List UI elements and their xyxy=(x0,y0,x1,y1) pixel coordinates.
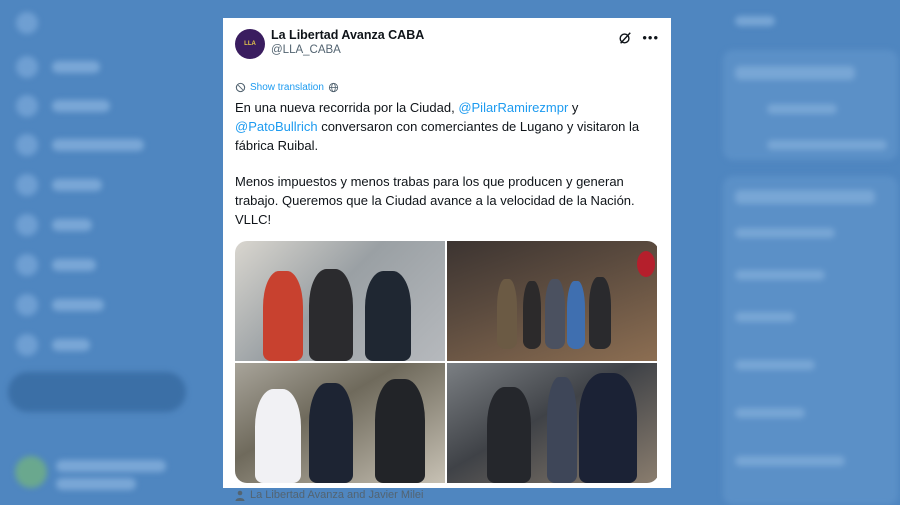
show-translation-link[interactable]: Show translation xyxy=(235,80,659,94)
blurred-card-line xyxy=(735,228,835,238)
avatar-logo-icon: LLA xyxy=(244,41,256,47)
more-icon[interactable]: ••• xyxy=(642,30,659,45)
blurred-nav-label xyxy=(52,259,96,271)
blurred-nav-icon xyxy=(16,294,38,316)
photo-figure xyxy=(579,373,637,483)
blurred-nav-icon xyxy=(16,56,38,78)
tweet-card[interactable]: LLA La Libertad Avanza CABA @LLA_CABA ••… xyxy=(223,18,671,501)
tweet-photo[interactable] xyxy=(447,363,657,483)
brand-sign xyxy=(637,251,655,277)
tweet-photo[interactable] xyxy=(447,241,657,361)
photo-figure xyxy=(365,271,411,361)
blurred-account-name xyxy=(56,460,166,472)
tweet-paragraph-2: Menos impuestos y menos trabas para los … xyxy=(235,174,635,227)
blurred-nav-label xyxy=(52,219,92,231)
photo-figure xyxy=(309,383,353,483)
blurred-nav-icon xyxy=(16,174,38,196)
photo-figure xyxy=(375,379,425,483)
photo-figure xyxy=(567,281,585,349)
tweet-paragraph-1: En una nueva recorrida por la Ciudad, @P… xyxy=(235,98,657,155)
photo-figure xyxy=(497,279,517,349)
tweet-photo[interactable] xyxy=(235,363,445,483)
blurred-post-button xyxy=(8,372,186,412)
tagged-people[interactable]: La Libertad Avanza and Javier Milei xyxy=(235,487,659,503)
blurred-card-line xyxy=(735,408,805,418)
photo-figure xyxy=(255,389,301,483)
mention-link[interactable]: @PatoBullrich xyxy=(235,119,318,134)
tweet-photo[interactable] xyxy=(235,241,445,361)
media-grid xyxy=(235,241,659,483)
photo-figure xyxy=(589,277,611,349)
tweet-text-segment: y xyxy=(568,100,579,115)
photo-figure xyxy=(309,269,353,361)
blurred-nav-icon xyxy=(16,254,38,276)
blurred-card-line xyxy=(767,104,837,114)
blurred-search xyxy=(735,16,775,26)
author-info: La Libertad Avanza CABA @LLA_CABA xyxy=(271,28,618,58)
blurred-nav-icon xyxy=(16,134,38,156)
photo-figure xyxy=(487,387,531,483)
photo-figure xyxy=(547,377,577,483)
blurred-nav-label xyxy=(52,61,100,73)
author-avatar[interactable]: LLA xyxy=(235,29,265,59)
blurred-card-line xyxy=(735,270,825,280)
blurred-card-title xyxy=(735,66,855,80)
blurred-nav-label xyxy=(52,299,104,311)
blurred-card-line xyxy=(735,456,845,466)
mention-link[interactable]: @PilarRamirezmpr xyxy=(458,100,568,115)
person-icon xyxy=(235,490,245,501)
blurred-account-avatar xyxy=(15,456,47,488)
blurred-card-line xyxy=(735,312,795,322)
tweet-text: En una nueva recorrida por la Ciudad, @P… xyxy=(235,98,657,229)
blurred-nav-label xyxy=(52,339,90,351)
author-handle[interactable]: @LLA_CABA xyxy=(271,43,618,58)
blurred-nav-icon xyxy=(16,214,38,236)
blurred-right-column xyxy=(715,0,900,505)
blurred-card-line xyxy=(767,140,887,150)
blurred-sidebar xyxy=(0,0,215,505)
photo-figure xyxy=(545,279,565,349)
blurred-nav-label xyxy=(52,100,110,112)
blurred-nav-label xyxy=(52,139,144,151)
tweet-header: LLA La Libertad Avanza CABA @LLA_CABA ••… xyxy=(235,28,659,72)
tweet-text-segment: En una nueva recorrida por la Ciudad, xyxy=(235,100,459,115)
photo-figure xyxy=(523,281,541,349)
grok-icon[interactable] xyxy=(618,31,632,45)
blurred-card-title xyxy=(735,190,875,204)
blurred-logo-icon xyxy=(16,12,38,34)
blurred-nav-icon xyxy=(16,334,38,356)
tagged-people-label[interactable]: La Libertad Avanza and Javier Milei xyxy=(250,489,423,501)
translate-icon xyxy=(235,82,246,92)
blurred-account-handle xyxy=(56,478,136,490)
show-translation-label[interactable]: Show translation xyxy=(250,82,324,93)
blurred-nav-label xyxy=(52,179,102,191)
author-name[interactable]: La Libertad Avanza CABA xyxy=(271,28,618,43)
blurred-card-line xyxy=(735,360,815,370)
header-actions: ••• xyxy=(618,30,659,45)
photo-figure xyxy=(263,271,303,361)
globe-icon xyxy=(328,82,339,92)
blurred-nav-icon xyxy=(16,95,38,117)
